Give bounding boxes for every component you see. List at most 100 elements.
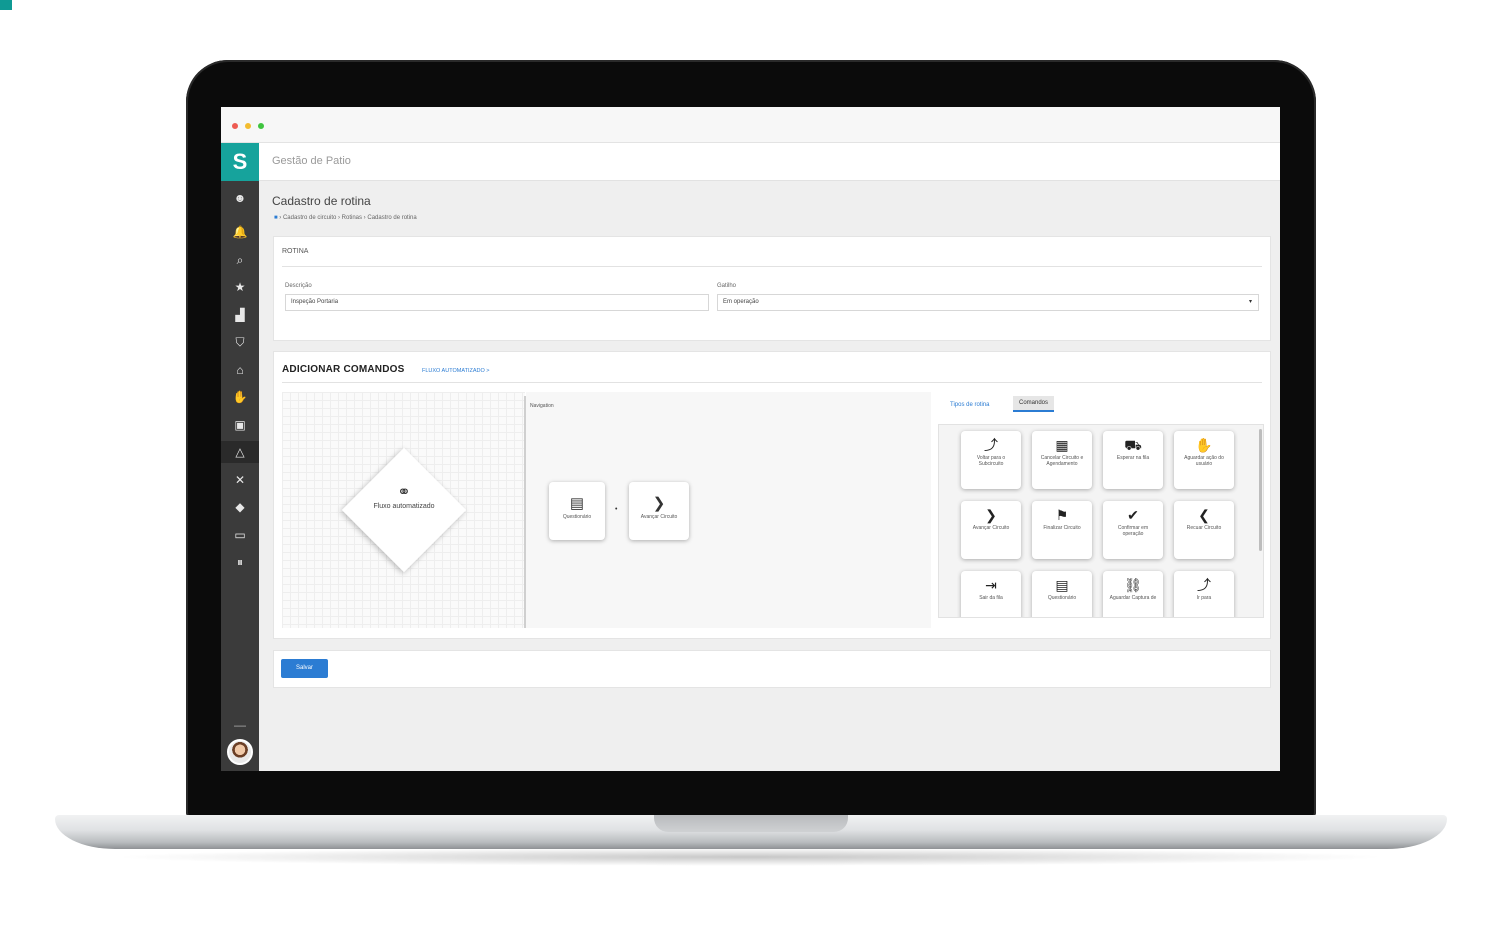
close-window-dot[interactable]	[232, 123, 238, 129]
pause-icon[interactable]: ⏸	[221, 551, 259, 573]
branch-icon: ⤴	[1197, 577, 1211, 593]
top-bar: Gestão de Patio	[259, 143, 1280, 181]
command-label: Aguardar ação do usuário	[1184, 455, 1224, 467]
command-card[interactable]: ⇥ Sair da fila	[961, 571, 1021, 617]
handshake-icon[interactable]: ✋	[221, 386, 259, 408]
command-label: Finalizar Circuito	[1043, 525, 1081, 531]
collapse-menu-icon[interactable]: —	[221, 714, 259, 736]
actions-panel: Salvar	[273, 650, 1271, 688]
command-card[interactable]: ⤴ Ir para	[1174, 571, 1234, 617]
page-title: Cadastro de rotina	[272, 194, 371, 208]
gatilho-value: Em operação	[723, 299, 759, 305]
command-label: Cancelar Circuito e Agendamento	[1040, 455, 1084, 467]
canvas-title: Navigation	[530, 403, 554, 409]
gatilho-label: Gatilho	[717, 283, 737, 289]
star-icon[interactable]: ★	[221, 276, 259, 298]
command-card[interactable]: ✋ Aguardar ação do usuário	[1174, 431, 1234, 489]
cone-icon[interactable]: △	[221, 441, 259, 463]
app-title: Gestão de Patio	[272, 155, 351, 167]
app-container: S ☻ 🔔 ⌕ ★ ▟ ⛉ ⌂ ✋ ▣ △ ✕ ◆ ▭ ⏸ — Gestão d…	[221, 143, 1280, 771]
browser-bar	[221, 107, 1280, 143]
tab-tipos-de-rotina[interactable]: Tipos de rotina	[944, 398, 995, 412]
command-card[interactable]: ▦ Cancelar Circuito e Agendamento	[1032, 431, 1092, 489]
section-label: ROTINA	[282, 248, 309, 255]
flow-node-questionario[interactable]: ▤ Questionário	[549, 482, 605, 540]
divider	[282, 382, 1262, 383]
questionnaire-icon: ▤	[1055, 577, 1069, 593]
avatar[interactable]	[227, 739, 253, 765]
tools-icon[interactable]: ✕	[221, 469, 259, 491]
truck-icon: ⛟	[1124, 437, 1142, 453]
check-circle-icon: ✔	[1127, 507, 1139, 523]
calendar-cancel-icon: ▦	[1055, 437, 1069, 453]
comandos-panel: ADICIONAR COMANDOS FLUXO AUTOMATIZADO > …	[273, 351, 1271, 639]
home-icon[interactable]: ■	[274, 215, 278, 221]
command-label: Sair da fila	[979, 595, 1003, 601]
flow-canvas: Navigation ▤ Questionário • ❯ Avançar Ci…	[526, 392, 931, 628]
command-label: Confirmar em operação	[1117, 525, 1149, 537]
user-circle-icon[interactable]: ☻	[221, 187, 259, 209]
descricao-label: Descrição	[285, 283, 312, 289]
flow-node-label: Questionário	[562, 514, 592, 520]
command-card[interactable]: ❮ Recuar Circuito	[1174, 501, 1234, 559]
sidebar: S ☻ 🔔 ⌕ ★ ▟ ⛉ ⌂ ✋ ▣ △ ✕ ◆ ▭ ⏸ —	[221, 143, 259, 771]
search-icon[interactable]: ⌕	[221, 249, 259, 271]
command-card[interactable]: ❯ Avançar Circuito	[961, 501, 1021, 559]
command-card[interactable]: ⚑ Finalizar Circuito	[1032, 501, 1092, 559]
command-label: Avançar Circuito	[972, 525, 1010, 531]
flag-icon: ⚑	[1055, 507, 1069, 523]
flow-start-content: ⚭ Fluxo automatizado	[364, 484, 444, 512]
exit-icon: ⇥	[985, 577, 997, 593]
share-nodes-icon: ⚭	[397, 484, 411, 501]
command-card[interactable]: ▤ Questionário	[1032, 571, 1092, 617]
chevron-left-icon: ❮	[1198, 507, 1210, 523]
bank-icon[interactable]: ⌂	[221, 359, 259, 381]
command-label: Aguardar Captura de	[1109, 595, 1157, 601]
chevron-down-icon[interactable]: ▾	[1249, 298, 1252, 305]
save-button[interactable]: Salvar	[281, 659, 328, 678]
command-palette: ⤴ Voltar para o Subcircuito ▦ Cancelar C…	[938, 424, 1264, 618]
command-card[interactable]: ⤴ Voltar para o Subcircuito	[961, 431, 1021, 489]
diamond-icon[interactable]: ◆	[221, 496, 259, 518]
shield-icon[interactable]: ⛉	[221, 331, 259, 353]
minimize-window-dot[interactable]	[245, 123, 251, 129]
descricao-input[interactable]: Inspeção Portaria	[285, 294, 709, 311]
laptop-shadow	[110, 848, 1390, 866]
breadcrumb-item: Cadastro de rotina	[367, 215, 417, 221]
corner-accent	[0, 0, 12, 10]
questionnaire-icon: ▤	[569, 495, 585, 512]
flow-start-canvas: ⚭ Fluxo automatizado	[282, 392, 525, 628]
command-label: Recuar Circuito	[1186, 525, 1222, 531]
command-card[interactable]: ⛓ Aguardar Captura de	[1103, 571, 1163, 617]
palette-scrollbar[interactable]	[1259, 429, 1262, 551]
chart-icon[interactable]: ▟	[221, 304, 259, 326]
command-label: Questionário	[1047, 595, 1077, 601]
command-card[interactable]: ⛟ Esperar na fila	[1103, 431, 1163, 489]
hand-icon: ✋	[1195, 437, 1213, 453]
fluxo-automatizado-link[interactable]: FLUXO AUTOMATIZADO >	[422, 368, 490, 374]
briefcase-icon[interactable]: ▣	[221, 414, 259, 436]
monitor-icon[interactable]: ▭	[221, 524, 259, 546]
maximize-window-dot[interactable]	[258, 123, 264, 129]
bell-icon[interactable]: 🔔	[221, 221, 259, 243]
binoculars-icon: ⛓	[1124, 577, 1142, 593]
divider	[282, 266, 1262, 267]
command-label: Esperar na fila	[1116, 455, 1150, 461]
flow-start-label: Fluxo automatizado	[373, 503, 435, 510]
flow-node-avancar[interactable]: ❯ Avançar Circuito	[629, 482, 689, 540]
subcircuit-return-icon: ⤴	[984, 437, 998, 453]
laptop-screen: S ☻ 🔔 ⌕ ★ ▟ ⛉ ⌂ ✋ ▣ △ ✕ ◆ ▭ ⏸ — Gestão d…	[221, 107, 1280, 771]
flow-connector: •	[615, 506, 618, 513]
breadcrumb-item[interactable]: Cadastro de circuito	[283, 215, 336, 221]
breadcrumb-item[interactable]: Rotinas	[342, 215, 362, 221]
chevron-right-icon: ❯	[985, 507, 997, 523]
rotina-panel: ROTINA Descrição Inspeção Portaria Gatil…	[273, 236, 1271, 341]
chevron-right-icon: ❯	[652, 495, 666, 512]
comandos-title: ADICIONAR COMANDOS	[282, 364, 405, 375]
tab-comandos[interactable]: Comandos	[1013, 396, 1055, 412]
gatilho-select[interactable]: Em operação ▾	[717, 294, 1259, 311]
laptop-notch	[654, 815, 848, 832]
brand-logo[interactable]: S	[221, 143, 259, 181]
command-card[interactable]: ✔ Confirmar em operação	[1103, 501, 1163, 559]
command-label: Ir para	[1196, 595, 1212, 601]
